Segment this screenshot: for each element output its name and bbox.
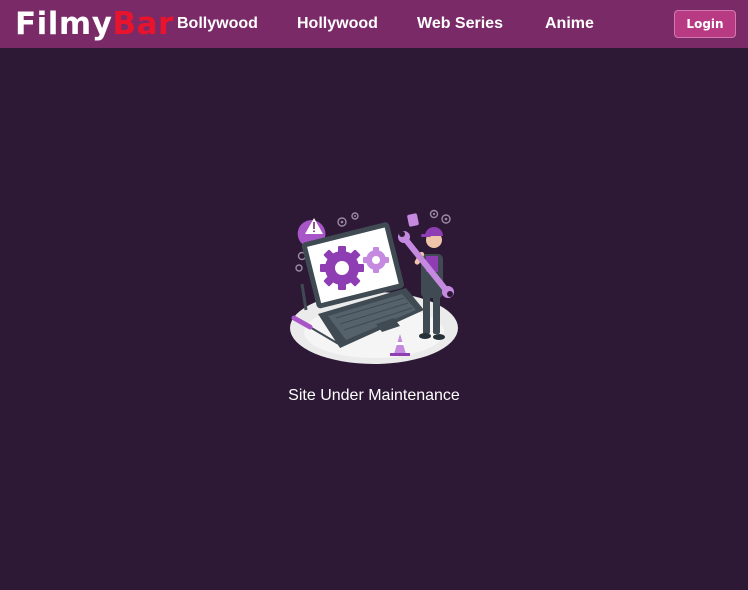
logo-text-filmy: Filmy: [15, 6, 113, 42]
top-navbar: FilmyBar Bollywood Hollywood Web Series …: [0, 0, 748, 48]
logo-text-bar: Bar: [112, 6, 174, 42]
maintenance-illustration-svg: [290, 209, 458, 364]
site-logo[interactable]: FilmyBar: [15, 5, 174, 43]
maintenance-message: Site Under Maintenance: [288, 387, 460, 404]
nav-link-anime[interactable]: Anime: [545, 15, 594, 33]
maintenance-illustration: [288, 206, 460, 366]
login-button[interactable]: Login: [674, 10, 736, 38]
nav-link-hollywood[interactable]: Hollywood: [297, 15, 378, 33]
nav-link-web-series[interactable]: Web Series: [417, 15, 503, 33]
nav-link-bollywood[interactable]: Bollywood: [177, 15, 258, 33]
